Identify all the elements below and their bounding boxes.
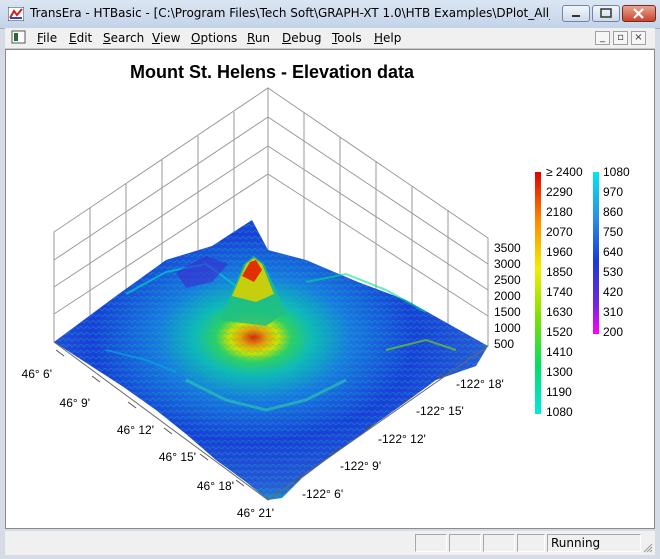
menu-options[interactable]: Options [191,31,237,45]
status-panel [415,534,447,552]
menu-tools[interactable]: Tools [332,31,362,45]
htbasic-app-icon[interactable] [8,7,24,21]
legend-label: 1630 [546,305,573,319]
legend-label: 860 [603,205,623,219]
lat-tick: 46° 15' [159,450,196,464]
legend-label: ≥ 2400 [546,165,583,179]
legend-label: 2070 [546,225,573,239]
lon-tick: -122° 9' [340,459,381,473]
z-axis: 3500 3000 2500 2000 1500 1000 500 [494,241,521,351]
legend-colorbar-low [593,172,599,334]
restore-icon: ▫ [617,32,624,43]
menu-edit[interactable]: Edit [69,31,92,45]
menu-run[interactable]: Run [247,31,270,45]
legend-label: 1080 [603,165,630,179]
color-legend-high: ≥ 2400 2290 2180 2070 1960 1850 1740 163… [535,165,583,419]
minimize-icon: _ [600,32,605,43]
document-icon[interactable] [11,30,27,45]
status-panel [483,534,515,552]
legend-label: 200 [603,325,623,339]
z-tick: 2500 [494,273,521,287]
maximize-button[interactable] [592,5,620,22]
legend-label: 1740 [546,285,573,299]
legend-label: 1520 [546,325,573,339]
legend-label: 2180 [546,205,573,219]
z-tick: 3500 [494,241,521,255]
legend-label: 640 [603,245,623,259]
color-legend-low: 1080 970 860 750 640 530 420 310 200 [593,165,630,339]
minimize-icon [572,15,580,17]
menu-view[interactable]: View [152,31,180,45]
menu-file[interactable]: File [37,31,57,45]
plot-canvas: Mount St. Helens - Elevation data 3500 3… [22,62,630,520]
lat-tick: 46° 21' [237,506,274,520]
lon-tick: -122° 15' [416,404,464,418]
legend-label: 1190 [546,385,572,399]
z-tick: 1000 [494,321,521,335]
status-bar: Running [5,531,655,555]
legend-label: 750 [603,225,623,239]
menu-bar: File Edit Search View Options Run Debug … [5,28,655,49]
legend-label: 1850 [546,265,573,279]
child-restore-button[interactable]: ▫ [613,31,628,45]
z-tick: 1500 [494,305,521,319]
title-bar: TransEra - HTBasic - [C:\Program Files\T… [0,0,660,29]
legend-label: 1080 [546,405,573,419]
lat-tick: 46° 12' [117,423,154,437]
lon-tick: -122° 6' [302,487,343,501]
legend-label: 420 [603,285,623,299]
lat-tick: 46° 6' [22,367,52,381]
lon-tick: -122° 18' [456,377,504,391]
menu-search[interactable]: Search [103,31,144,45]
close-button[interactable] [622,5,656,22]
maximize-icon [600,8,612,18]
menu-debug[interactable]: Debug [282,31,321,45]
child-minimize-button[interactable]: _ [595,31,610,45]
minimize-button[interactable] [562,5,590,22]
legend-label: 1300 [546,365,573,379]
plot-title: Mount St. Helens - Elevation data [130,62,415,82]
lat-tick: 46° 18' [197,479,234,493]
z-tick: 3000 [494,257,521,271]
legend-label: 530 [603,265,623,279]
close-icon: × [634,32,643,43]
status-running: Running [547,534,641,552]
graphics-window: Mount St. Helens - Elevation data 3500 3… [5,49,655,529]
child-close-button[interactable]: × [631,31,646,45]
resize-grip-icon[interactable] [641,541,653,553]
z-tick: 2000 [494,289,521,303]
close-icon [633,8,644,19]
legend-label: 2290 [546,185,573,199]
legend-colorbar-high [535,172,541,414]
legend-label: 310 [603,305,623,319]
status-panel [517,534,545,552]
legend-label: 970 [603,185,623,199]
legend-label: 1960 [546,245,573,259]
window-title: TransEra - HTBasic - [C:\Program Files\T… [30,6,550,20]
menu-help[interactable]: Help [374,31,401,45]
z-tick: 500 [494,337,514,351]
elevation-surface [54,220,488,500]
lon-tick: -122° 12' [378,432,426,446]
lat-tick: 46° 9' [60,396,90,410]
status-panel [449,534,481,552]
legend-label: 1410 [546,345,573,359]
